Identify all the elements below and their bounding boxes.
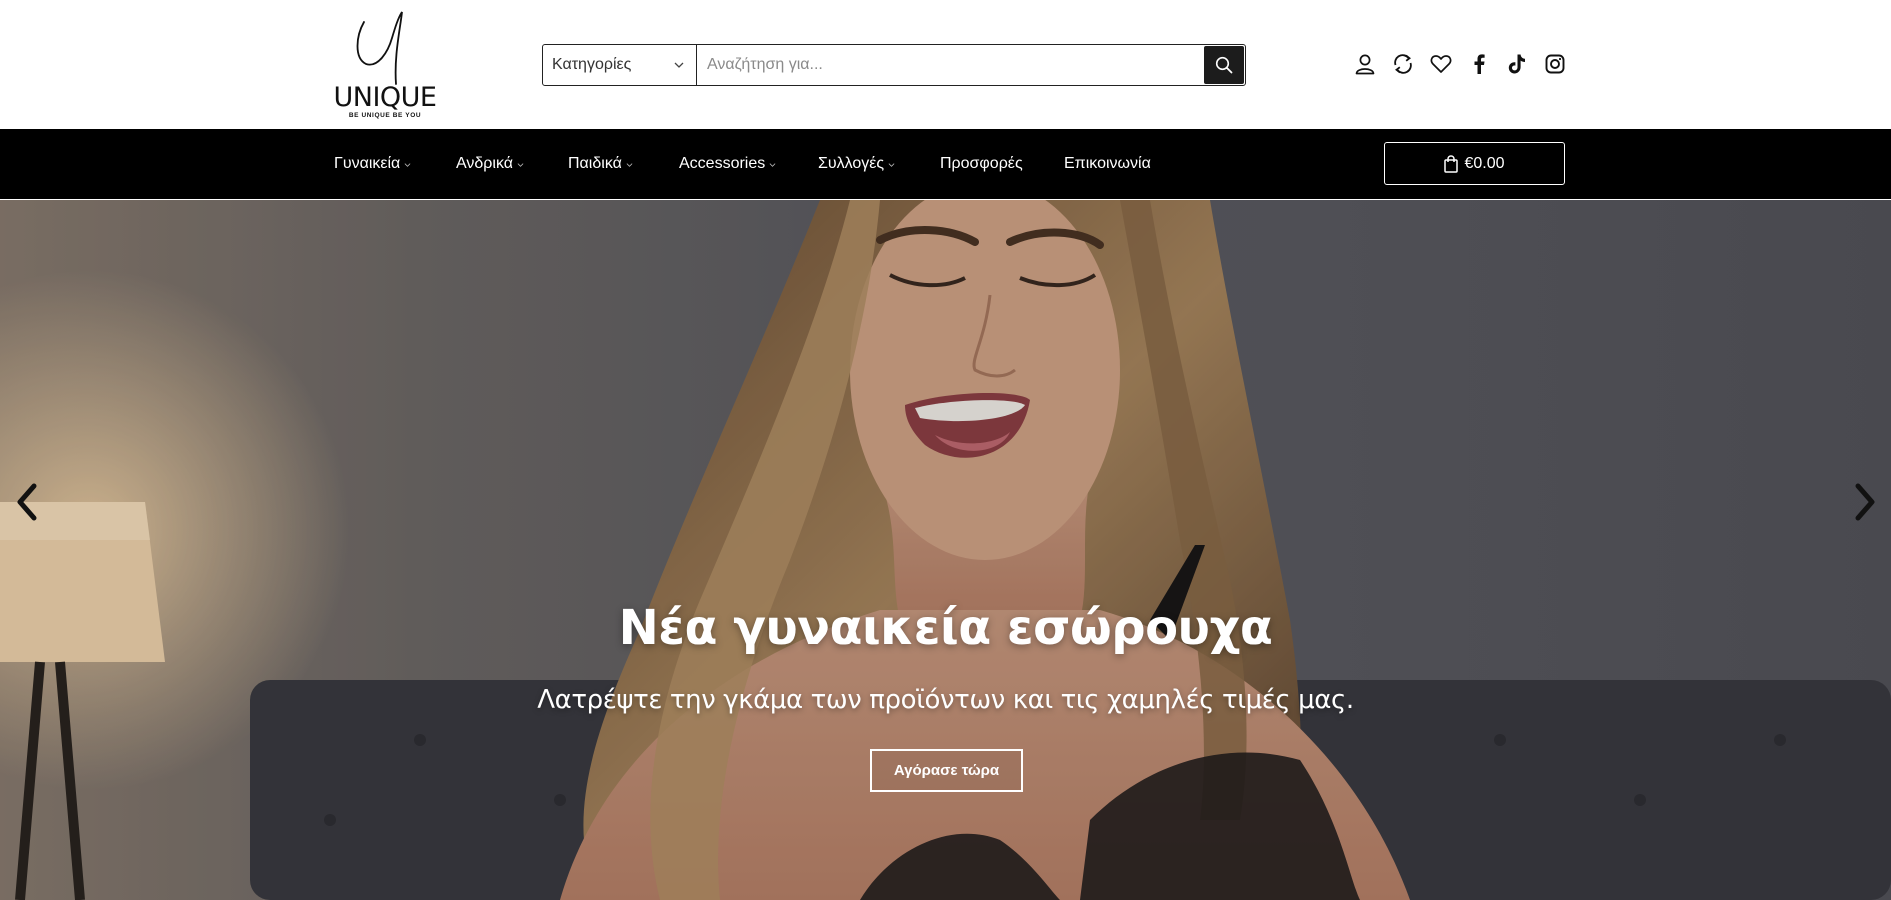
tiktok-link[interactable] [1498,50,1536,78]
category-select-label: Κατηγορίες [552,56,632,73]
hero-title: Νέα γυναικεία εσώρουχα [618,600,1273,656]
facebook-icon [1474,54,1485,74]
chevron-down-icon [674,62,684,68]
search-bar: Κατηγορίες [542,44,1246,86]
chevron-down-icon [888,162,895,167]
nav-item-accessories[interactable]: Accessories [679,155,818,173]
slider-next-button[interactable] [1850,482,1880,522]
nav-item-offers[interactable]: Προσφορές [940,155,1064,173]
shopping-bag-icon [1444,154,1459,173]
nav-item-label: Ανδρικά [456,155,513,172]
cart-total: €0.00 [1464,154,1505,172]
user-icon [1355,54,1375,75]
nav-item-women[interactable]: Γυναικεία [334,155,456,173]
logo-wordmark: UNIQUE [333,82,438,113]
search-input[interactable] [697,45,1203,85]
shop-now-button[interactable]: Αγόρασε τώρα [870,749,1023,792]
nav-item-label: Προσφορές [940,155,1023,172]
slider-prev-button[interactable] [12,482,42,522]
compare-icon [1394,54,1412,74]
nav-item-label: Συλλογές [818,155,885,172]
instagram-icon [1545,54,1565,74]
logo-script-u [356,11,403,85]
nav-item-kids[interactable]: Παιδικά [568,155,679,173]
chevron-down-icon [517,162,524,167]
shop-now-label: Αγόρασε τώρα [893,762,1000,779]
nav-item-label: Επικοινωνία [1064,155,1151,172]
chevron-left-icon [17,483,37,521]
tiktok-icon [1508,54,1525,74]
compare-button[interactable] [1384,50,1422,78]
nav-item-contact[interactable]: Επικοινωνία [1064,155,1151,173]
search-button[interactable] [1204,46,1244,84]
nav-item-label: Accessories [679,155,766,172]
chevron-down-icon [626,162,633,167]
top-header: UNIQUE BE UNIQUE BE YOU Κατηγορίες [0,0,1891,129]
main-nav: Γυναικεία Ανδρικά Παιδικά Accessories Συ… [0,129,1891,329]
facebook-link[interactable] [1460,50,1498,78]
logo-tagline: BE UNIQUE BE YOU [348,112,422,119]
site-logo[interactable]: UNIQUE BE UNIQUE BE YOU [330,8,440,120]
search-icon [1215,56,1233,74]
chevron-right-icon [1855,483,1875,521]
hero-slider: Νέα γυναικεία εσώρουχα Λατρέψτε την γκάμ… [0,200,1891,900]
wishlist-button[interactable] [1422,50,1460,78]
nav-item-label: Παιδικά [568,155,622,172]
instagram-link[interactable] [1536,50,1574,78]
heart-icon [1430,55,1452,73]
nav-item-men[interactable]: Ανδρικά [456,155,568,173]
cart-button[interactable]: €0.00 [1384,142,1565,185]
nav-item-collections[interactable]: Συλλογές [818,155,940,173]
nav-menu: Γυναικεία Ανδρικά Παιδικά Accessories Συ… [334,129,1151,199]
hero-image [0,200,1891,900]
chevron-down-icon [769,162,776,167]
category-select[interactable]: Κατηγορίες [543,45,697,85]
nav-item-label: Γυναικεία [334,155,401,172]
hero-subtitle: Λατρέψτε την γκάμα των προϊόντων και τις… [537,685,1354,715]
header-icons [1346,50,1574,78]
account-button[interactable] [1346,50,1384,78]
chevron-down-icon [404,162,411,167]
